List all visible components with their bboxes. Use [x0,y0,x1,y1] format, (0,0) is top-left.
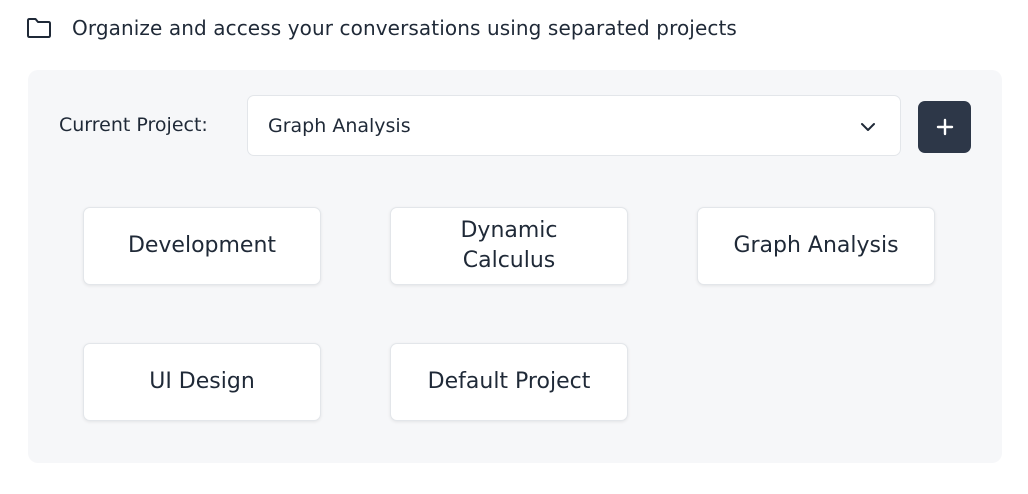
plus-icon [935,117,955,137]
project-card-default-project[interactable]: Default Project [390,343,628,421]
add-project-button[interactable] [918,101,971,153]
projects-panel: Current Project: Graph Analysis Developm… [28,70,1002,463]
folder-icon [26,17,52,39]
project-card-label: Default Project [427,369,591,394]
project-card-label: UI Design [149,369,255,394]
project-card-dynamic-calculus[interactable]: Dynamic Calculus [390,207,628,285]
project-card-ui-design[interactable]: UI Design [83,343,321,421]
project-card-development[interactable]: Development [83,207,321,285]
project-select[interactable]: Graph Analysis [247,95,901,156]
project-card-graph-analysis[interactable]: Graph Analysis [697,207,935,285]
project-card-label: Development [127,233,277,258]
project-select-value: Graph Analysis [268,114,411,137]
current-project-label: Current Project: [59,114,208,136]
header-description: Organize and access your conversations u… [72,16,737,40]
chevron-down-icon [859,118,877,131]
project-card-label: Graph Analysis [733,233,899,258]
projects-header: Organize and access your conversations u… [26,12,737,44]
project-card-label: Dynamic Calculus [460,218,558,273]
